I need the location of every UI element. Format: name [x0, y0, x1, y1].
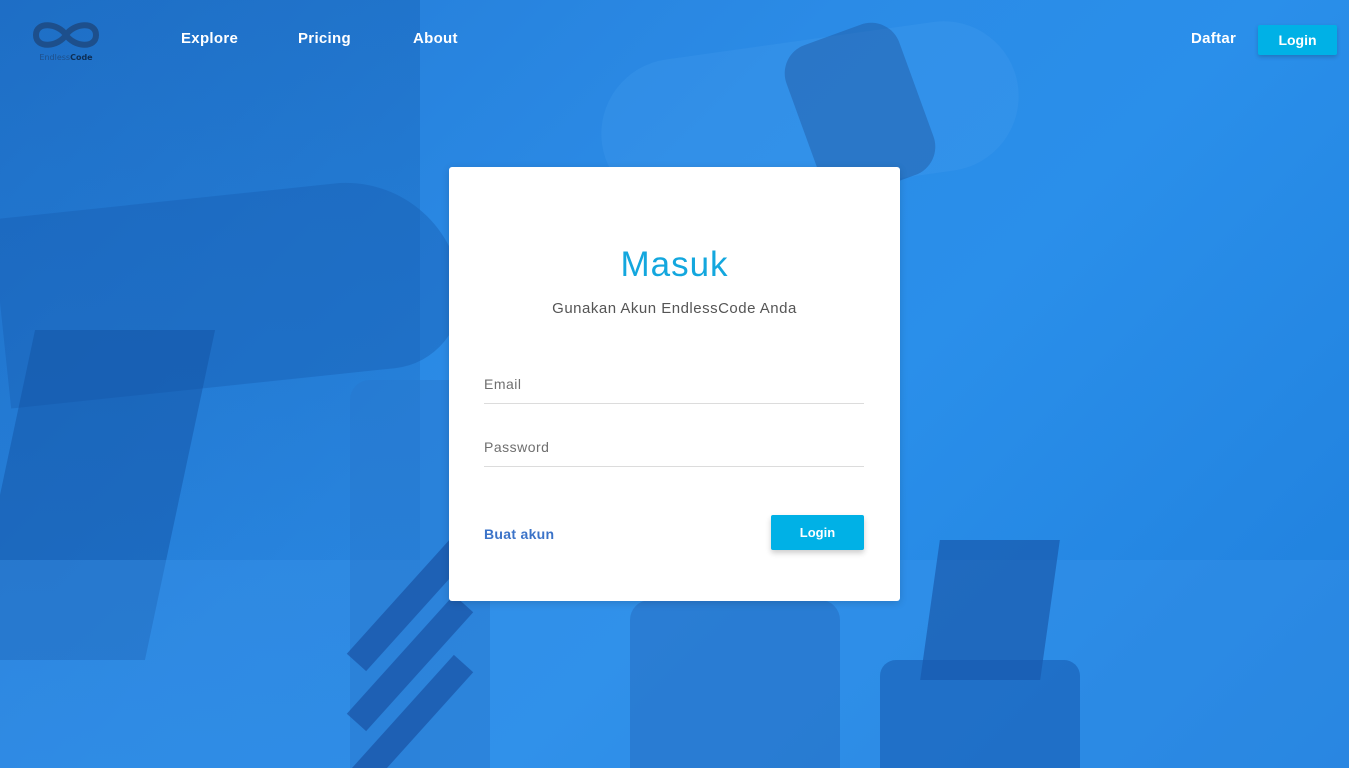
background-jar-shape [630, 600, 840, 768]
top-navbar: EndlessCode Explore Pricing About Daftar… [0, 0, 1349, 80]
nav-link-explore[interactable]: Explore [181, 30, 238, 47]
header-login-button[interactable]: Login [1258, 25, 1337, 55]
login-subtitle: Gunakan Akun EndlessCode Anda [552, 300, 797, 317]
background-photo-overlay [0, 0, 420, 768]
nav-link-pricing[interactable]: Pricing [298, 30, 351, 47]
background-arm-shape [0, 171, 469, 409]
login-title: Masuk [620, 245, 729, 284]
email-input[interactable] [484, 367, 864, 401]
background-pens-shape [920, 540, 1060, 680]
brand-logo[interactable]: EndlessCode [30, 15, 102, 63]
email-field [484, 367, 864, 404]
background-cup-shape [880, 660, 1080, 768]
background-laptop-shape [0, 330, 216, 660]
password-field [484, 430, 864, 467]
login-submit-button[interactable]: Login [771, 515, 864, 550]
nav-link-about[interactable]: About [413, 30, 458, 47]
login-page: EndlessCode Explore Pricing About Daftar… [0, 0, 1349, 768]
login-card: Masuk Gunakan Akun EndlessCode Anda Buat… [449, 167, 900, 601]
password-input[interactable] [484, 430, 864, 464]
infinity-icon [33, 22, 99, 48]
create-account-link[interactable]: Buat akun [484, 526, 554, 542]
register-link[interactable]: Daftar [1191, 30, 1236, 47]
brand-logo-text: EndlessCode [39, 53, 93, 62]
